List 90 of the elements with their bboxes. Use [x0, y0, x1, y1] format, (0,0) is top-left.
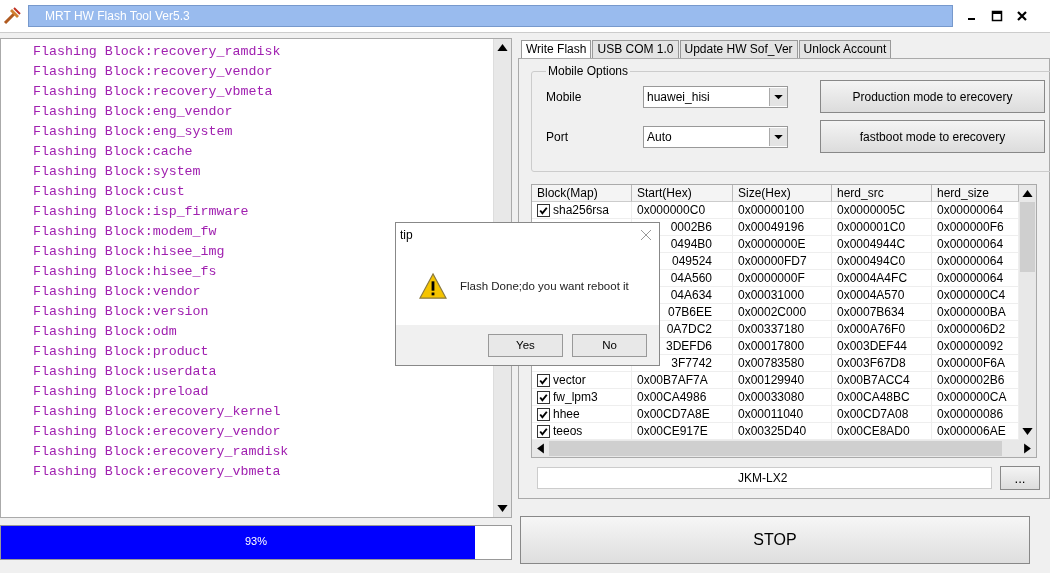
- table-cell: 0x00CA48BC: [837, 390, 910, 404]
- table-cell: 04A560: [670, 271, 712, 285]
- table-cell: 0x000000C0: [637, 203, 706, 217]
- table-cell: 0x00783580: [738, 356, 805, 370]
- log-line: Flashing Block:recovery_vendor: [33, 63, 273, 81]
- table-cell: 0x0004A570: [837, 288, 905, 302]
- table-cell: 0x00000064: [937, 203, 1004, 217]
- table-cell: 3F7742: [671, 356, 712, 370]
- table-cell: 0x003DEF44: [837, 339, 908, 353]
- dialog-message: Flash Done;do you want reboot it: [460, 280, 629, 292]
- log-line: Flashing Block:erecovery_ramdisk: [33, 443, 289, 461]
- table-cell: 0x000000C4: [937, 288, 1006, 302]
- table-cell: 0x0004A4FC: [837, 271, 908, 285]
- table-cell: 0x000006D2: [937, 322, 1006, 336]
- log-line: Flashing Block:odm: [33, 323, 177, 341]
- table-cell: 0x00000FD7: [738, 254, 807, 268]
- table-cell: 0x00CD7A08: [837, 407, 909, 421]
- log-line: Flashing Block:eng_vendor: [33, 103, 233, 121]
- group-title: Mobile Options: [547, 64, 630, 78]
- table-cell: 0x00325D40: [738, 424, 807, 438]
- table-cell: hhee: [553, 407, 580, 421]
- log-line: Flashing Block:eng_system: [33, 123, 233, 141]
- table-cell: 0x0000000E: [738, 237, 806, 251]
- table-cell: 0x00B7AF7A: [637, 373, 708, 387]
- port-label: Port: [546, 129, 569, 144]
- table-cell: 0x00000064: [937, 271, 1004, 285]
- table-cell: 0x000006AE: [937, 424, 1006, 438]
- log-line: Flashing Block:recovery_vbmeta: [33, 83, 273, 101]
- table-cell: 0x000000BA: [937, 305, 1006, 319]
- log-line: Flashing Block:recovery_ramdisk: [33, 43, 281, 61]
- table-cell: 0x00000F6A: [937, 356, 1006, 370]
- table-cell: 0x000002B6: [937, 373, 1005, 387]
- table-cell: 0x000001C0: [837, 220, 906, 234]
- table-cell: 0x000494C0: [837, 254, 906, 268]
- table-cell: 0x00000064: [937, 254, 1004, 268]
- table-cell: 0x0007B634: [837, 305, 905, 319]
- table-cell: 0x00000064: [937, 237, 1004, 251]
- table-cell: 0002B6: [670, 220, 712, 234]
- log-line: Flashing Block:hisee_fs: [33, 263, 217, 281]
- table-cell: 0x00031000: [738, 288, 805, 302]
- table-cell: 0x00000092: [937, 339, 1004, 353]
- mobile-label: Mobile: [546, 89, 583, 104]
- log-line: Flashing Block:userdata: [33, 363, 217, 381]
- table-cell: 0x00CD7A8E: [637, 407, 710, 421]
- table-cell: 0x00017800: [738, 339, 805, 353]
- log-line: Flashing Block:modem_fw: [33, 223, 217, 241]
- table-cell: 049524: [671, 254, 712, 268]
- table-cell: sha256rsa: [553, 203, 610, 217]
- table-cell: 0x00CE8AD0: [837, 424, 910, 438]
- table-cell: 0x00CE917E: [637, 424, 708, 438]
- table-cell: 07B6EE: [667, 305, 712, 319]
- table-cell: 0x00000100: [738, 203, 805, 217]
- log-line: Flashing Block:isp_firmware: [33, 203, 249, 221]
- log-line: Flashing Block:system: [33, 163, 201, 181]
- table-cell: 0494B0: [670, 237, 712, 251]
- log-line: Flashing Block:version: [33, 303, 209, 321]
- table-cell: 3DEFD6: [666, 339, 712, 353]
- progress-reading: 93%: [244, 535, 268, 547]
- table-cell: 0x00033080: [738, 390, 805, 404]
- window-title: MRT HW Flash Tool Ver5.3: [28, 5, 953, 27]
- table-cell: 0x0004944C: [837, 237, 906, 251]
- table-cell: 0x00B7ACC4: [837, 373, 910, 387]
- table-cell: 0x00011040: [738, 407, 804, 421]
- log-line: Flashing Block:cust: [33, 183, 185, 201]
- log-line: Flashing Block:erecovery_vbmeta: [33, 463, 281, 481]
- log-line: Flashing Block:hisee_img: [33, 243, 225, 261]
- table-cell: 0x0002C000: [738, 305, 807, 319]
- table-cell: teeos: [553, 424, 583, 438]
- log-line: Flashing Block:cache: [33, 143, 193, 161]
- table-cell: 0x00129940: [738, 373, 805, 387]
- log-line: Flashing Block:erecovery_kernel: [33, 403, 281, 421]
- table-cell: 0x000A76F0: [837, 322, 906, 336]
- log-line: Flashing Block:erecovery_vendor: [33, 423, 281, 441]
- table-cell: 0x003F67D8: [837, 356, 906, 370]
- table-cell: 0x00000086: [937, 407, 1004, 421]
- table-cell: vector: [553, 373, 586, 387]
- table-cell: 0x0000005C: [837, 203, 906, 217]
- log-line: Flashing Block:preload: [33, 383, 209, 401]
- dialog-title: tip: [400, 228, 413, 242]
- log-line: Flashing Block:vendor: [33, 283, 201, 301]
- table-cell: 0A7DC2: [666, 322, 712, 336]
- table-cell: 0x00337180: [738, 322, 805, 336]
- table-cell: 0x00049196: [738, 220, 805, 234]
- table-cell: 0x0000000F: [738, 271, 805, 285]
- table-cell: fw_lpm3: [553, 390, 598, 404]
- table-cell: 0x000000CA: [937, 390, 1007, 404]
- log-line: Flashing Block:product: [33, 343, 209, 361]
- table-cell: 0x000000F6: [937, 220, 1004, 234]
- table-cell: 0x00CA4986: [637, 390, 707, 404]
- table-cell: 04A634: [670, 288, 712, 302]
